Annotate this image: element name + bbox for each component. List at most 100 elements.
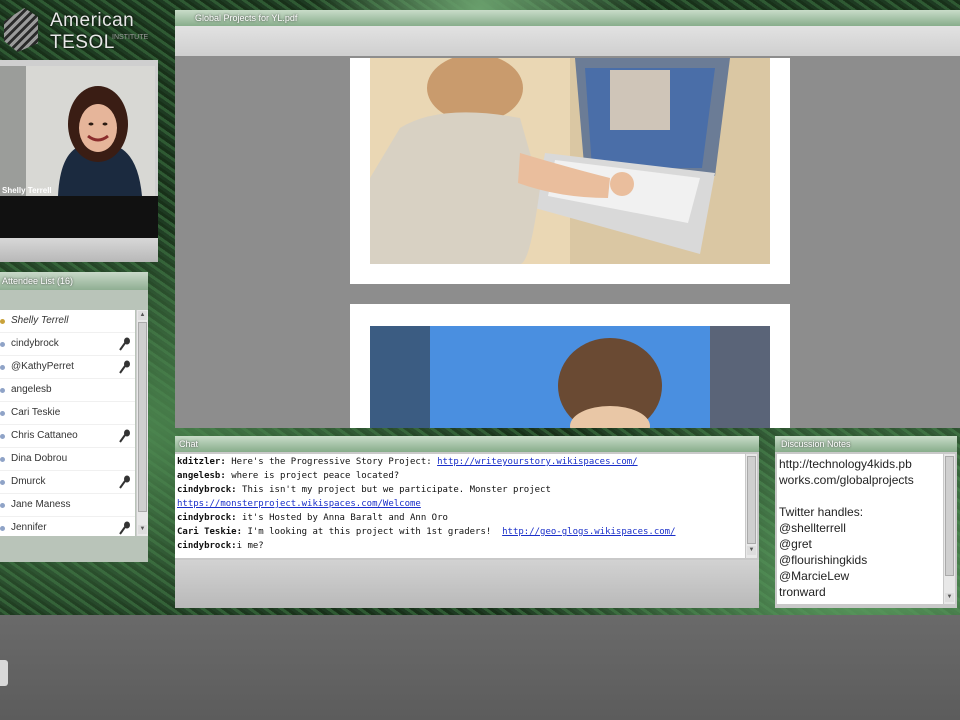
user-icon [0, 388, 5, 393]
chat-scrollbar[interactable]: ▼ [746, 454, 757, 558]
note-line: @MarcieLew [779, 569, 850, 583]
attendee-row[interactable]: angelesb [0, 379, 135, 402]
attendee-name: Dmurck [11, 476, 46, 487]
microphone-icon [119, 521, 130, 535]
attendee-row[interactable]: Jennifer [0, 517, 135, 536]
attendee-name: cindybrock [11, 338, 59, 349]
note-line [779, 488, 941, 504]
organization-logo: American TESOL INSTITUTE [0, 4, 200, 54]
document-page-2 [350, 304, 790, 428]
attendee-scrollbar[interactable]: ▲ ▼ [136, 310, 148, 536]
scroll-down-icon[interactable]: ▼ [747, 546, 756, 555]
user-icon [0, 503, 5, 508]
scroll-down-icon[interactable]: ▼ [138, 525, 147, 534]
user-icon [0, 480, 5, 485]
microphone-icon [119, 475, 130, 489]
webcam-caption-bar [0, 196, 158, 238]
chat-message: cindybrock: it's Hosted by Anna Baralt a… [177, 511, 743, 525]
child-photo [370, 326, 770, 428]
chat-sender: cindybrock: [177, 485, 237, 495]
chat-text: it's Hosted by Anna Baralt and Ann Oro [236, 513, 448, 523]
notes-scroll-thumb[interactable] [945, 456, 954, 576]
chat-log: kditzler: Here's the Progressive Story P… [175, 454, 745, 558]
attendee-name: Cari Teskie [11, 407, 61, 418]
chat-input-area[interactable] [175, 560, 759, 608]
bottom-toolbar [0, 615, 960, 720]
user-icon [0, 457, 5, 462]
microphone-icon [119, 337, 130, 351]
note-line: @flourishingkids [779, 553, 868, 567]
presenter-name: Shelly Terrell [2, 186, 52, 195]
chat-message: https://monsterproject.wikispaces.com/We… [177, 497, 743, 511]
attendee-row[interactable]: cindybrock [0, 333, 135, 356]
attendee-panel: Attendee List (16) Shelly Terrell cindybr… [0, 272, 148, 562]
attendee-name: angelesb [11, 384, 52, 395]
chat-message: kditzler: Here's the Progressive Story P… [177, 455, 743, 469]
document-viewer: Global Projects for YL.pdf [175, 10, 960, 428]
document-page [350, 58, 790, 284]
attendee-row[interactable]: @KathyPerret [0, 356, 135, 379]
user-icon [0, 526, 5, 531]
attendee-row[interactable]: Cari Teskie [0, 402, 135, 425]
chat-message: angelesb: where is project peace located… [177, 469, 743, 483]
notes-text-area[interactable]: http://technology4kids.pb works.com/globa… [777, 454, 943, 604]
attendee-name: Dina Dobrou [11, 453, 68, 464]
note-line: @shellterrell [779, 521, 846, 535]
chat-message: cindybrock: This isn't my project but we… [177, 483, 743, 497]
attendee-list: Shelly Terrell cindybrock @KathyPerret ange… [0, 310, 135, 536]
chat-text: where is project peace located? [225, 471, 400, 481]
attendee-name: Jennifer [11, 522, 47, 533]
chat-link[interactable]: https://monsterproject.wikispaces.com/We… [177, 499, 421, 509]
note-line: works.com/globalprojects [779, 473, 914, 487]
chat-message: Cari Teskie: I'm looking at this project… [177, 525, 743, 539]
user-icon [0, 342, 5, 347]
attendee-name: Jane Maness [11, 499, 71, 510]
chat-text: i me? [236, 541, 264, 551]
webcam-background [0, 66, 26, 196]
attendee-row[interactable]: Dmurck [0, 471, 135, 494]
chat-text: I'm looking at this project with 1st gra… [242, 527, 503, 537]
microphone-icon [119, 360, 130, 374]
chat-sender: angelesb: [177, 471, 226, 481]
attendee-name: Chris Cattaneo [11, 430, 78, 441]
chat-title: Chat [175, 436, 759, 452]
moderator-icon [0, 319, 5, 324]
chat-text: This isn't my project but we participate… [236, 485, 551, 495]
notes-title: Discussion Notes [775, 436, 957, 452]
user-icon [0, 365, 5, 370]
discussion-notes-panel: Discussion Notes http://technology4kids.… [775, 436, 957, 608]
scroll-down-icon[interactable]: ▼ [945, 593, 954, 602]
note-line: tronward [779, 585, 826, 599]
scroll-up-icon[interactable]: ▲ [138, 311, 147, 320]
note-line: Twitter handles: [779, 505, 864, 519]
note-line: http://technology4kids.pb [779, 457, 912, 471]
note-line: @gret [779, 537, 812, 551]
user-icon [0, 411, 5, 416]
webcam-footer [0, 238, 158, 262]
chat-sender: cindybrock: [177, 541, 237, 551]
attendee-scroll-thumb[interactable] [138, 322, 147, 512]
attendee-row[interactable]: Chris Cattaneo [0, 425, 135, 448]
user-icon [0, 434, 5, 439]
attendee-list-title: Attendee List (16) [0, 272, 148, 290]
notes-scrollbar[interactable]: ▼ [944, 454, 955, 604]
attendee-name: Shelly Terrell [11, 315, 69, 326]
microphone-icon [119, 429, 130, 443]
logo-subtitle: INSTITUTE [112, 34, 149, 41]
chat-link[interactable]: http://writeyourstory.wikispaces.com/ [437, 457, 637, 467]
logo-mark-icon [4, 8, 38, 52]
document-title: Global Projects for YL.pdf [175, 10, 960, 26]
attendee-row[interactable]: Dina Dobrou [0, 448, 135, 471]
chat-scroll-thumb[interactable] [747, 456, 756, 544]
attendee-row[interactable]: Jane Maness [0, 494, 135, 517]
chat-message: cindybrock:i me? [177, 539, 743, 553]
webcam-panel: Shelly Terrell [0, 60, 158, 262]
webcam-video: Shelly Terrell [0, 66, 155, 196]
chat-sender: cindybrock: [177, 513, 237, 523]
bottom-collapse-handle[interactable] [0, 660, 8, 686]
document-toolbar [175, 26, 960, 56]
presenter-video-image [58, 86, 142, 196]
attendee-name: @KathyPerret [11, 361, 74, 372]
chat-link[interactable]: http://geo-glogs.wikispaces.com/ [502, 527, 675, 537]
attendee-row[interactable]: Shelly Terrell [0, 310, 135, 333]
